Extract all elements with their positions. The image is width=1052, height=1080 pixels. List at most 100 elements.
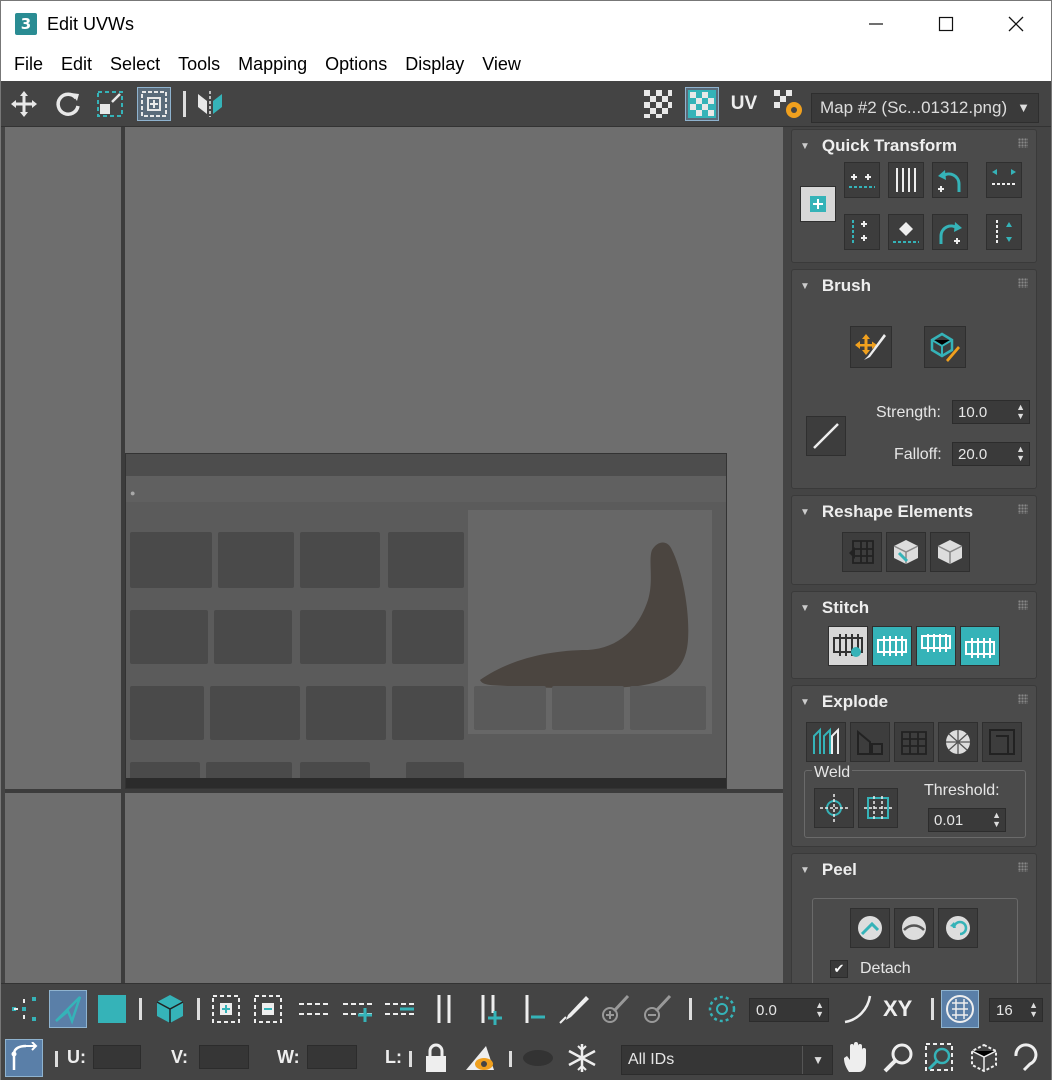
material-id-dropdown[interactable]: All IDs ▼ (621, 1045, 833, 1075)
close-button[interactable] (981, 1, 1051, 47)
paint-move-button[interactable] (850, 326, 892, 368)
flatten-by-smoothing-button[interactable] (938, 722, 978, 762)
v-coordinate-field[interactable] (199, 1045, 249, 1069)
menu-view[interactable]: View (473, 54, 530, 75)
falloff-space-label[interactable]: XY (883, 996, 912, 1022)
align-left-button[interactable] (986, 214, 1022, 250)
detach-checkbox[interactable]: ✔ (830, 960, 848, 978)
help-button[interactable] (1007, 1039, 1045, 1077)
stitch-custom-button[interactable] (828, 626, 868, 666)
freeze-button[interactable] (563, 1039, 601, 1077)
lock-selection-button[interactable] (417, 1039, 455, 1077)
show-map-button[interactable] (685, 87, 719, 121)
reset-peel-button[interactable] (938, 908, 978, 948)
menu-mapping[interactable]: Mapping (229, 54, 316, 75)
pan-view-button[interactable] (837, 1039, 875, 1077)
strength-spinner[interactable]: 10.0 ▲ ▼ (952, 400, 1030, 424)
w-coordinate-field[interactable] (307, 1045, 357, 1069)
uv-editor-viewport[interactable]: ● (5, 127, 783, 983)
map-settings-button[interactable] (771, 87, 805, 121)
grow-selection-button[interactable] (207, 990, 245, 1028)
stitch-header[interactable]: ▼ Stitch (800, 598, 869, 618)
quick-peel-button[interactable] (850, 908, 890, 948)
menu-display[interactable]: Display (396, 54, 473, 75)
menu-edit[interactable]: Edit (52, 54, 101, 75)
weld-all-selected-button[interactable] (858, 788, 898, 828)
align-vertical-button[interactable] (844, 214, 880, 250)
straighten-selection-button[interactable] (842, 532, 882, 572)
explode-header[interactable]: ▼ Explode (800, 692, 888, 712)
shrink-selection-button[interactable] (249, 990, 287, 1028)
ring-select-button[interactable] (425, 990, 463, 1028)
select-polygon-button[interactable] (93, 990, 131, 1028)
peel-mode-button[interactable] (894, 908, 934, 948)
grid-snap-button[interactable] (941, 990, 979, 1028)
maximize-button[interactable] (911, 1, 981, 47)
minimize-button[interactable] (841, 1, 911, 47)
flatten-by-angle-button[interactable] (850, 722, 890, 762)
falloff-type-button[interactable] (806, 416, 846, 456)
mirror-tool-button[interactable] (193, 87, 227, 121)
space-horizontal-button[interactable] (888, 162, 924, 198)
stitch-to-source-button[interactable] (960, 626, 1000, 666)
align-top-button[interactable] (986, 162, 1022, 198)
menu-file[interactable]: File (5, 54, 52, 75)
loop-select-button[interactable] (295, 990, 333, 1028)
paint-select-grow-button[interactable] (597, 990, 635, 1028)
rotate-ccw-button[interactable] (932, 162, 968, 198)
select-element-button[interactable] (151, 990, 189, 1028)
zoom-view-button[interactable] (879, 1039, 917, 1077)
quick-transform-header[interactable]: ▼ Quick Transform (800, 136, 957, 156)
select-edge-button[interactable] (49, 990, 87, 1028)
brush-header[interactable]: ▼ Brush (800, 276, 871, 296)
relax-until-flat-button[interactable] (886, 532, 926, 572)
align-horizontal-button[interactable] (844, 162, 880, 198)
ring-shrink-button[interactable] (513, 990, 551, 1028)
rotate-tool-button[interactable] (51, 87, 85, 121)
rotate-cw-button[interactable] (932, 214, 968, 250)
grid-size-field[interactable]: 16 ▲ ▼ (989, 998, 1043, 1022)
break-button[interactable] (806, 722, 846, 762)
flatten-by-material-button[interactable] (982, 722, 1022, 762)
material-id-value: All IDs (628, 1051, 675, 1068)
falloff-distance-field[interactable]: 0.0 ▲ ▼ (749, 998, 829, 1022)
menu-select[interactable]: Select (101, 54, 169, 75)
menu-tools[interactable]: Tools (169, 54, 229, 75)
texture-map-dropdown[interactable]: Map #2 (Sc...01312.png) ▼ (811, 93, 1039, 123)
vertex-mode-icon (12, 997, 36, 1021)
hide-unselected-button[interactable] (461, 1039, 499, 1077)
ring-grow-button[interactable] (469, 990, 507, 1028)
soft-selection-button[interactable] (703, 990, 741, 1028)
peel-header[interactable]: ▼ Peel (800, 860, 857, 880)
zoom-region-button[interactable] (921, 1039, 959, 1077)
weld-label: Weld (812, 764, 853, 782)
menu-options[interactable]: Options (316, 54, 396, 75)
show-hidden-button[interactable] (519, 1039, 557, 1077)
loop-grow-button[interactable] (339, 990, 377, 1028)
uv-display-button[interactable]: UV (727, 87, 761, 121)
set-pivot-button[interactable] (800, 186, 836, 222)
falloff-curve-button[interactable] (839, 990, 877, 1028)
move-tool-button[interactable] (7, 87, 41, 121)
reshape-elements-header[interactable]: ▼ Reshape Elements (800, 502, 973, 522)
relax-brush-button[interactable] (924, 326, 966, 368)
align-left-icon (996, 220, 1012, 244)
align-center-button[interactable] (888, 214, 924, 250)
weld-selected-button[interactable] (814, 788, 854, 828)
threshold-spinner[interactable]: 0.01 ▲ ▼ (928, 808, 1006, 832)
freeform-mode-button[interactable] (137, 87, 171, 121)
stitch-to-target-button[interactable] (872, 626, 912, 666)
zoom-extents-button[interactable] (965, 1039, 1003, 1077)
loop-shrink-button[interactable] (381, 990, 419, 1028)
checker-toggle-button[interactable] (641, 87, 675, 121)
relax-button[interactable] (930, 532, 970, 572)
u-coordinate-field[interactable] (93, 1045, 141, 1069)
flatten-by-polygon-button[interactable] (894, 722, 934, 762)
falloff-spinner[interactable]: 20.0 ▲ ▼ (952, 442, 1030, 466)
scale-tool-button[interactable] (93, 87, 127, 121)
select-vertex-button[interactable] (5, 990, 43, 1028)
absolute-offset-toggle-button[interactable] (5, 1039, 43, 1077)
paint-select-shrink-button[interactable] (639, 990, 677, 1028)
paint-select-button[interactable] (555, 990, 593, 1028)
stitch-average-button[interactable] (916, 626, 956, 666)
